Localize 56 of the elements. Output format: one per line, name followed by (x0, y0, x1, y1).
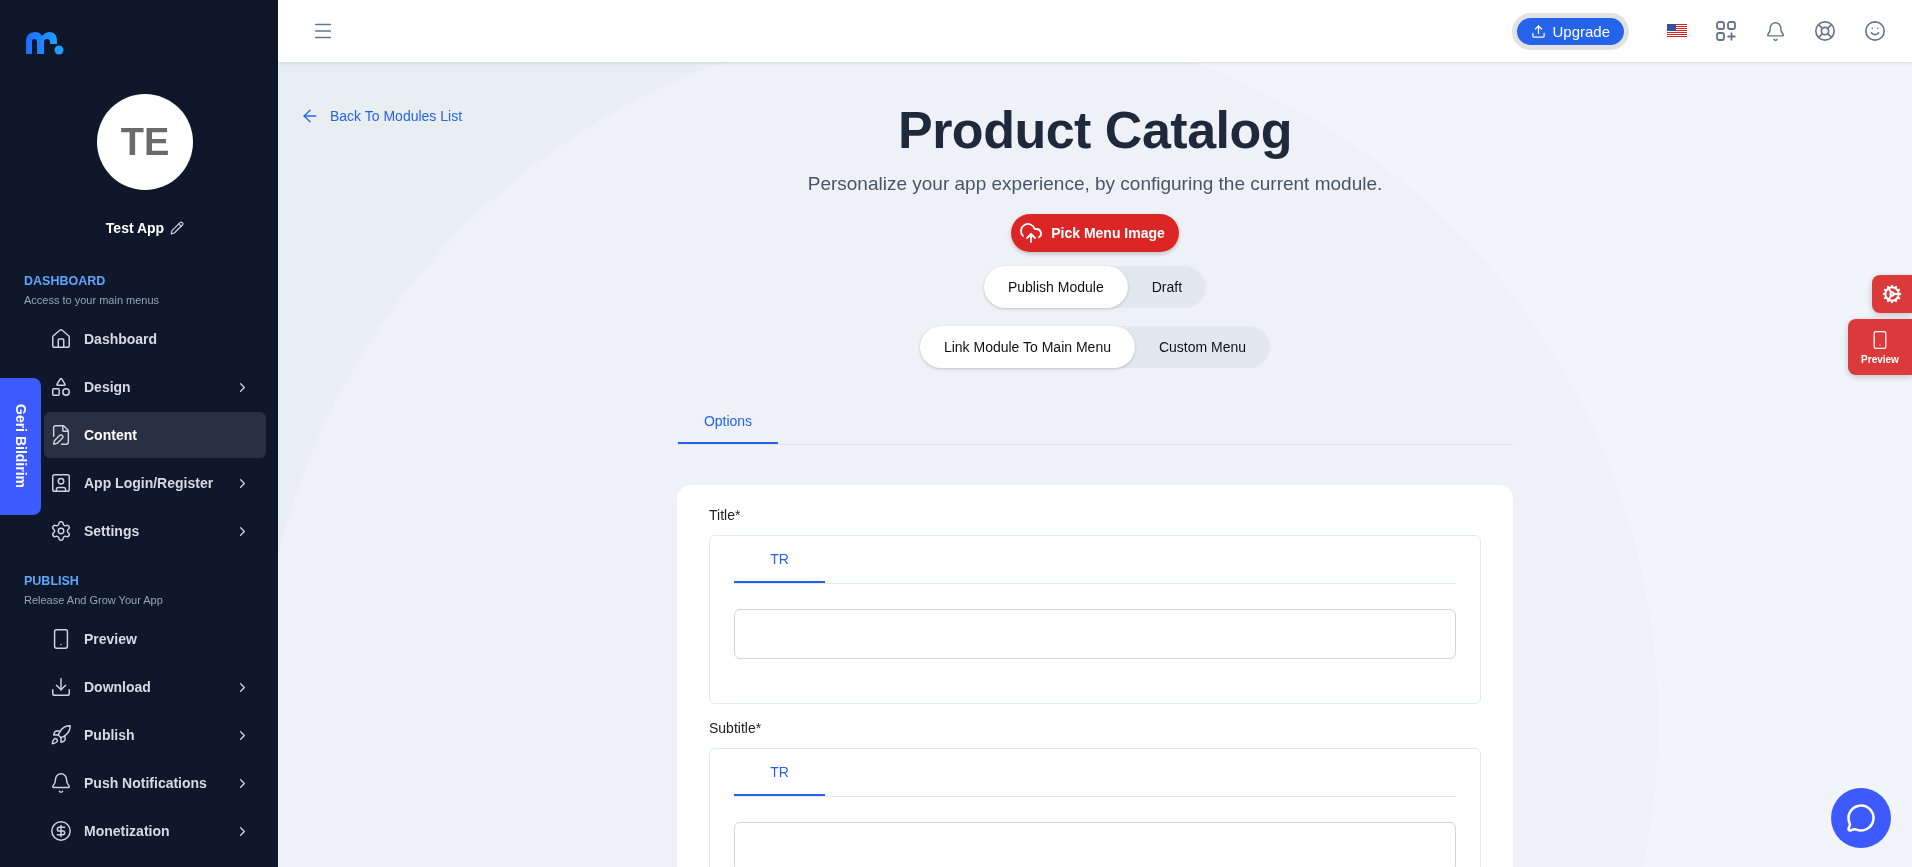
sidebar-item[interactable]: Design (44, 364, 266, 410)
language-tab[interactable]: TR (734, 536, 825, 583)
sidebar-item[interactable]: App Login/Register (44, 460, 266, 506)
sidebar-item[interactable]: Preview (44, 616, 266, 662)
field-label: Title* (709, 506, 742, 525)
page-title: Product Catalog (897, 100, 1293, 160)
notifications-button[interactable] (1765, 20, 1786, 42)
logo-icon (24, 30, 64, 56)
pencil-icon[interactable] (170, 221, 185, 235)
face-button[interactable] (1864, 20, 1886, 42)
feedback-tab[interactable]: Geri Bildirim (0, 378, 41, 515)
section-title: PUBLISH (24, 574, 80, 588)
dollar-icon (50, 820, 72, 842)
pick-image-button[interactable]: Pick Menu Image (1011, 214, 1179, 252)
page-subtitle: Personalize your app experience, by configuring the current module. (807, 172, 1383, 196)
sidebar-item[interactable]: Publish (44, 712, 266, 758)
segment-option[interactable]: Link Module To Main Menu (919, 326, 1135, 368)
preview-button[interactable]: Preview (1848, 319, 1912, 375)
back-link[interactable]: Back To Modules List (300, 106, 463, 126)
segment-option[interactable]: Draft (1127, 266, 1207, 308)
upgrade-button[interactable]: Upgrade (1512, 12, 1629, 50)
settings-icon (50, 520, 72, 542)
download-icon (50, 676, 72, 698)
settings-button[interactable] (1872, 275, 1912, 313)
avatar: TE (97, 94, 193, 190)
section-subtitle: Release And Grow Your App (24, 594, 164, 606)
upload-icon (1531, 23, 1547, 39)
input-field[interactable] (734, 822, 1456, 867)
sidebar-item[interactable]: Download (44, 664, 266, 710)
sidebar-item[interactable]: Settings (44, 508, 266, 554)
app-name: Test App (105, 220, 165, 236)
field-label: Subtitle* (709, 719, 763, 738)
sidebar-item[interactable]: Monetization (44, 808, 266, 854)
segment-option[interactable]: Custom Menu (1134, 326, 1271, 368)
sidebar-item[interactable]: Push Notifications (44, 760, 266, 806)
section-subtitle: Access to your main menus (24, 294, 161, 306)
user-card-icon (50, 472, 72, 494)
document-edit-icon (50, 424, 72, 446)
home-icon (50, 328, 72, 350)
apps-add-icon[interactable] (1715, 20, 1737, 42)
sidebar-item[interactable]: Dashboard (44, 316, 266, 362)
gear-icon (1882, 284, 1902, 304)
chat-bubble-icon (1846, 803, 1876, 833)
language-tab[interactable]: TR (734, 749, 825, 796)
bell-icon (50, 772, 72, 794)
chat-button[interactable] (1831, 788, 1891, 848)
shapes-icon (50, 376, 72, 398)
sidebar-item[interactable]: Content (44, 412, 266, 458)
input-field[interactable] (734, 609, 1456, 659)
flag-icon[interactable] (1667, 24, 1687, 38)
cloud-upload-icon (1019, 221, 1044, 245)
section-title: DASHBOARD (24, 274, 107, 288)
tab[interactable]: Options (678, 400, 778, 444)
segment-option[interactable]: Publish Module (983, 266, 1128, 308)
rocket-icon (50, 724, 72, 746)
lifebuoy-button[interactable] (1814, 20, 1836, 42)
